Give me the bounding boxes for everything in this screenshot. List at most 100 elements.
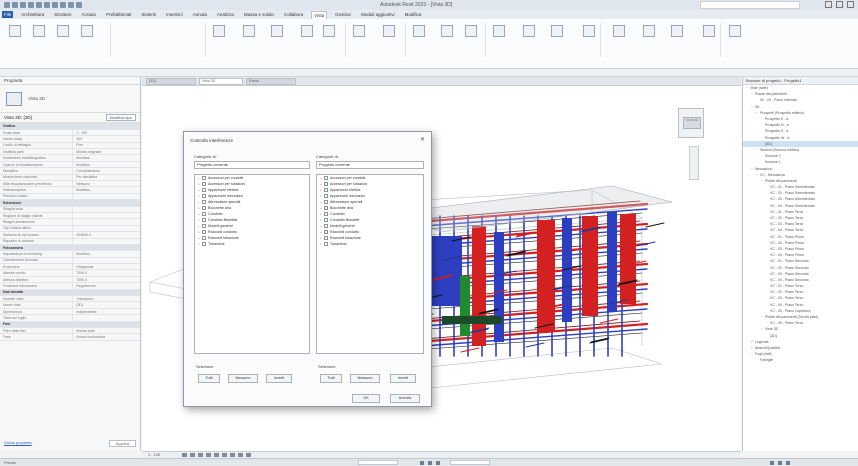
ribbon-tool-button[interactable] (320, 25, 338, 37)
category-checkbox[interactable] (324, 230, 328, 234)
category-item[interactable]: + Tubazione (317, 241, 423, 247)
right-source-dropdown[interactable]: Progetto corrente (316, 161, 424, 169)
ribbon-tool-button[interactable] (410, 25, 428, 37)
category-checkbox[interactable] (324, 182, 328, 186)
shadows-icon[interactable] (206, 453, 211, 457)
ribbon-tab[interactable]: Massa e solido (242, 11, 276, 18)
pipe-detail[interactable] (525, 342, 545, 348)
ribbon-tool-button[interactable] (700, 25, 718, 37)
ribbon-tool-button[interactable] (490, 25, 508, 37)
expand-icon[interactable]: + (320, 212, 323, 216)
expand-icon[interactable]: + (198, 230, 201, 234)
text-icon[interactable] (60, 2, 66, 8)
pipe-run[interactable] (401, 332, 643, 352)
ribbon-tab[interactable]: Gestisci (333, 11, 353, 18)
ribbon-tool-button[interactable] (210, 25, 228, 37)
measure-icon[interactable] (52, 2, 58, 8)
expand-icon[interactable]: + (198, 176, 201, 180)
help-search-input[interactable] (700, 1, 800, 9)
properties-help-link[interactable]: Guida proprietà (4, 440, 32, 445)
pipe-detail[interactable] (589, 338, 609, 344)
view-tab[interactable]: Vista 3D (199, 77, 243, 85)
duct-block[interactable] (537, 220, 555, 332)
temporary-hide-icon[interactable] (238, 453, 243, 457)
right-select-all-button[interactable]: Tutti (320, 374, 342, 383)
expand-icon[interactable]: + (320, 200, 323, 204)
selection-count-icon[interactable] (770, 461, 774, 465)
category-checkbox[interactable] (202, 200, 206, 204)
pipe-detail[interactable] (645, 222, 665, 228)
ribbon-tab[interactable]: Analizza (215, 11, 236, 18)
category-checkbox[interactable] (202, 182, 206, 186)
render-icon[interactable] (214, 453, 219, 457)
expand-icon[interactable]: + (198, 194, 201, 198)
expand-icon[interactable]: + (320, 218, 323, 222)
duct-block[interactable] (620, 214, 636, 304)
ribbon-tool-button[interactable] (726, 25, 744, 37)
category-checkbox[interactable] (202, 212, 206, 216)
category-checkbox[interactable] (202, 242, 206, 246)
ribbon-tool-button[interactable] (6, 25, 24, 37)
ribbon-tab[interactable]: Collabora (282, 11, 305, 18)
ribbon-tool-button[interactable] (580, 25, 598, 37)
apply-button[interactable]: Applica (108, 440, 136, 447)
ribbon-tool-button[interactable] (610, 25, 628, 37)
expand-icon[interactable]: + (198, 188, 201, 192)
pipe-detail[interactable] (460, 347, 480, 353)
lock-view-icon[interactable] (230, 453, 235, 457)
ribbon-tool-button[interactable] (268, 25, 286, 37)
expand-icon[interactable]: + (320, 236, 323, 240)
design-option-field[interactable] (450, 460, 490, 465)
ribbon-tool-button[interactable] (350, 25, 368, 37)
expand-icon[interactable]: + (198, 236, 201, 240)
duct-block[interactable] (432, 236, 462, 306)
expand-icon[interactable]: + (320, 194, 323, 198)
viewcube-face[interactable]: FRONTE (683, 117, 701, 129)
minimize-icon[interactable] (825, 1, 832, 8)
pin-icon[interactable] (778, 461, 782, 465)
section-icon[interactable] (76, 2, 82, 8)
expand-icon[interactable]: + (198, 224, 201, 228)
detail-level-icon[interactable] (182, 453, 187, 457)
print-icon[interactable] (44, 2, 50, 8)
category-checkbox[interactable] (324, 212, 328, 216)
duct-block[interactable] (442, 316, 502, 324)
category-checkbox[interactable] (324, 200, 328, 204)
ribbon-tool-button[interactable] (54, 25, 72, 37)
pipe-detail[interactable] (599, 318, 619, 324)
ribbon-tab[interactable]: Modifica (403, 11, 424, 18)
category-checkbox[interactable] (202, 230, 206, 234)
duct-block[interactable] (494, 232, 504, 342)
view-tab[interactable]: Pianta (246, 77, 296, 85)
expand-icon[interactable]: + (198, 200, 201, 204)
type-selector[interactable]: Vista 3D (0, 85, 140, 113)
open-icon[interactable] (4, 2, 10, 8)
left-select-all-button[interactable]: Tutti (198, 374, 220, 383)
select-links-icon[interactable] (428, 461, 432, 465)
ribbon-tab[interactable]: Prefabbricati (104, 11, 133, 18)
ribbon-tool-button[interactable] (462, 25, 480, 37)
category-checkbox[interactable] (202, 188, 206, 192)
category-checkbox[interactable] (202, 206, 206, 210)
expand-icon[interactable]: + (320, 230, 323, 234)
category-item[interactable]: + Tubazione (195, 241, 309, 247)
category-checkbox[interactable] (324, 176, 328, 180)
view-scale[interactable]: 1 : 100 (148, 452, 160, 457)
category-checkbox[interactable] (324, 242, 328, 246)
ok-button[interactable]: OK (352, 394, 380, 403)
expand-icon[interactable]: + (320, 188, 323, 192)
default-3d-view-icon[interactable] (68, 2, 74, 8)
ribbon-tool-button[interactable] (78, 25, 96, 37)
redo-icon[interactable] (36, 2, 42, 8)
ribbon-tool-button[interactable] (298, 25, 316, 37)
close-icon[interactable] (847, 1, 854, 8)
viewcube[interactable]: FRONTE (678, 108, 704, 138)
ribbon-tab[interactable]: Sistemi (139, 11, 158, 18)
left-source-dropdown[interactable]: Progetto corrente (194, 161, 310, 169)
duct-block[interactable] (460, 276, 470, 336)
quick-access-toolbar[interactable] (4, 2, 82, 8)
cancel-button[interactable]: Annulla (390, 394, 420, 403)
filter-icon[interactable] (420, 461, 424, 465)
select-underlay-icon[interactable] (436, 461, 440, 465)
expand-icon[interactable]: + (320, 224, 323, 228)
